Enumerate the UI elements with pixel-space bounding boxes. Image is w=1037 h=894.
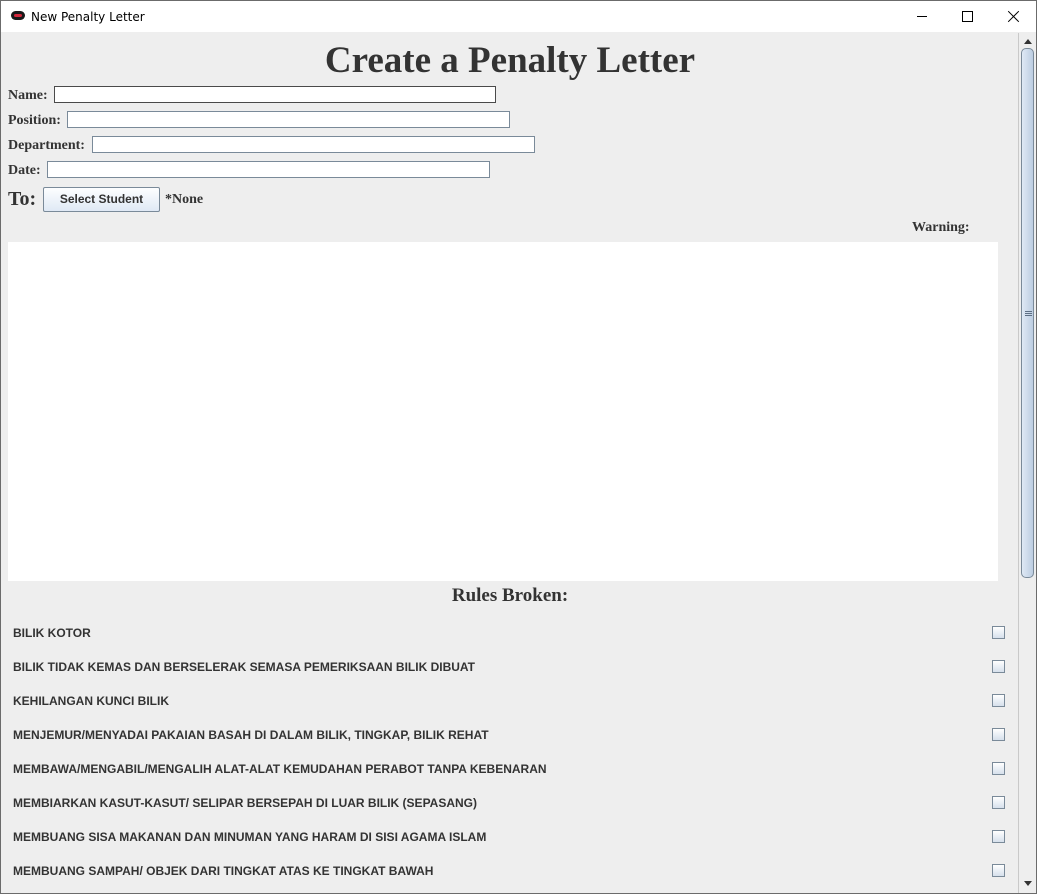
form-panel: Create a Penalty Letter Name: Position: … — [2, 33, 1018, 893]
rule-row: MENJEMUR/MENYADAI PAKAIAN BASAH DI DALAM… — [2, 723, 1018, 747]
page-title: Create a Penalty Letter — [324, 40, 696, 81]
select-student-button[interactable]: Select Student — [43, 187, 160, 212]
warning-text-area[interactable] — [8, 242, 998, 581]
title-bar[interactable]: New Penalty Letter — [1, 1, 1036, 32]
java-app-icon — [11, 11, 25, 20]
date-field[interactable] — [47, 161, 490, 178]
rule-label: MENJEMUR/MENYADAI PAKAIAN BASAH DI DALAM… — [13, 728, 489, 742]
arrow-down-icon — [1023, 881, 1032, 886]
rule-row: MEMBUANG SAMPAH/ OBJEK DARI TINGKAT ATAS… — [2, 859, 1018, 883]
rule-label: BILIK KOTOR — [13, 626, 91, 640]
rule-checkbox[interactable] — [992, 694, 1005, 707]
date-label: Date: — [8, 163, 41, 178]
name-field[interactable] — [54, 86, 496, 103]
scrollbar-thumb[interactable] — [1021, 48, 1034, 578]
rule-label: BILIK TIDAK KEMAS DAN BERSELERAK SEMASA … — [13, 660, 476, 674]
department-label: Department: — [8, 138, 85, 153]
department-field[interactable] — [92, 136, 535, 153]
rule-label: MEMBUANG SISA MAKANAN DAN MINUMAN YANG H… — [13, 830, 487, 844]
position-label: Position: — [8, 113, 61, 128]
rule-checkbox[interactable] — [992, 660, 1005, 673]
arrow-up-icon — [1023, 39, 1032, 44]
rule-label: MEMBAWA/MENGABIL/MENGALIH ALAT-ALAT KEMU… — [13, 762, 547, 776]
position-field[interactable] — [67, 111, 510, 128]
close-button[interactable] — [990, 1, 1036, 32]
rule-label: KEHILANGAN KUNCI BILIK — [13, 694, 169, 708]
minimize-icon — [917, 16, 927, 17]
rule-row: BILIK KOTOR — [2, 621, 1018, 645]
window-title: New Penalty Letter — [31, 10, 145, 24]
rule-checkbox[interactable] — [992, 864, 1005, 877]
close-icon — [1007, 10, 1020, 23]
penalty-letter-window: New Penalty Letter Create a Penalty Lett… — [0, 0, 1037, 894]
maximize-icon — [961, 11, 973, 22]
rules-broken-heading: Rules Broken: — [451, 585, 569, 606]
rule-label: MEMBUANG SAMPAH/ OBJEK DARI TINGKAT ATAS… — [13, 864, 434, 878]
rule-row: MEMBAWA/MENGABIL/MENGALIH ALAT-ALAT KEMU… — [2, 757, 1018, 781]
rule-row: MEMBIARKAN KASUT-KASUT/ SELIPAR BERSEPAH… — [2, 791, 1018, 815]
maximize-button[interactable] — [944, 1, 990, 32]
rule-row: KEHILANGAN KUNCI BILIK — [2, 689, 1018, 713]
rule-checkbox[interactable] — [992, 728, 1005, 741]
rule-checkbox[interactable] — [992, 796, 1005, 809]
vertical-scrollbar[interactable] — [1018, 33, 1036, 893]
minimize-button[interactable] — [899, 1, 945, 32]
rule-label: MEMBIARKAN KASUT-KASUT/ SELIPAR BERSEPAH… — [13, 796, 478, 810]
warning-label: Warning: — [912, 220, 970, 235]
rule-checkbox[interactable] — [992, 830, 1005, 843]
grip-icon — [1025, 311, 1032, 316]
rule-checkbox[interactable] — [992, 626, 1005, 639]
to-label: To: — [8, 188, 37, 210]
rule-row: MEMBUANG SISA MAKANAN DAN MINUMAN YANG H… — [2, 825, 1018, 849]
name-label: Name: — [8, 88, 48, 103]
selected-student-label: *None — [165, 192, 204, 207]
rule-checkbox[interactable] — [992, 762, 1005, 775]
scroll-up-button[interactable] — [1021, 35, 1034, 48]
scroll-down-button[interactable] — [1021, 877, 1034, 890]
rule-row: BILIK TIDAK KEMAS DAN BERSELERAK SEMASA … — [2, 655, 1018, 679]
